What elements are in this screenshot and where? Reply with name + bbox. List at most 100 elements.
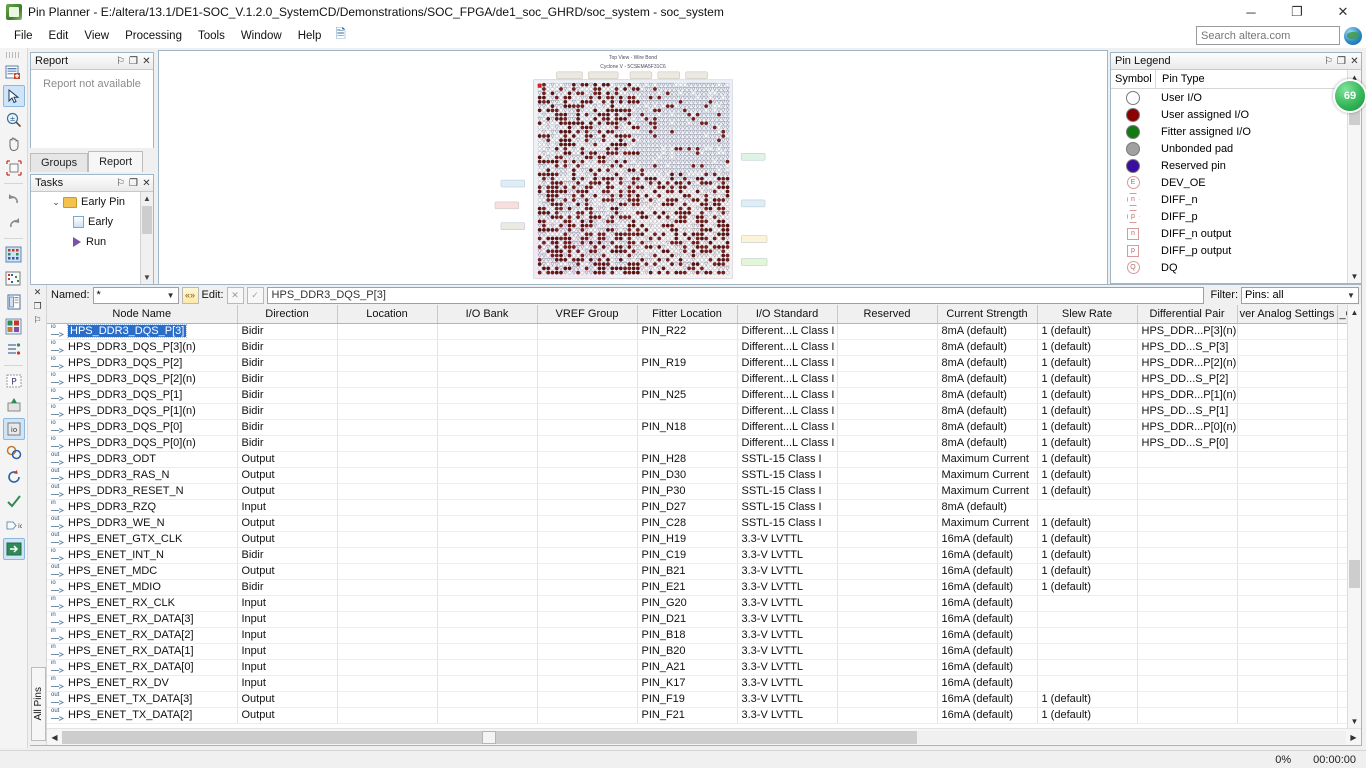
chevron-down-icon[interactable]: ▼	[164, 291, 178, 300]
pin-filter-select[interactable]: Pins: all ▼	[1241, 286, 1359, 304]
table-row[interactable]: out HPS_ENET_TX_DATA[2] Output PIN_F21 3.3-V…	[47, 707, 1347, 724]
col-gxb-vcc[interactable]: _GXB/VCC	[1337, 305, 1347, 324]
close-icon[interactable]: ✕	[30, 285, 45, 299]
table-row[interactable]: in HPS_ENET_RX_DV Input PIN_K17 3.3-V LVTTL 1…	[47, 675, 1347, 692]
table-row[interactable]: in HPS_ENET_RX_DATA[1] Input PIN_B20 3.3-V L…	[47, 643, 1347, 660]
scroll-up-icon[interactable]: ▲	[141, 192, 153, 205]
zoom-icon[interactable]: ±	[3, 109, 25, 131]
accept-edit-icon[interactable]: ✓	[246, 286, 264, 304]
table-row[interactable]: io HPS_ENET_INT_N Bidir PIN_C19 3.3-V LVTTL 1…	[47, 547, 1347, 564]
tree-item-early-pin[interactable]: ⌄ Early Pin	[31, 192, 153, 212]
report-view-icon[interactable]	[3, 291, 25, 313]
validate-icon[interactable]	[3, 490, 25, 512]
col-current-strength[interactable]: Current Strength	[937, 305, 1038, 324]
table-row[interactable]: in HPS_ENET_RX_DATA[3] Input PIN_D21 3.3-V L…	[47, 611, 1347, 628]
scroll-thumb[interactable]	[482, 730, 496, 744]
chevron-down-icon[interactable]: ▼	[1344, 291, 1358, 300]
refresh-icon[interactable]	[3, 466, 25, 488]
scroll-up-icon[interactable]: ▲	[1348, 305, 1361, 319]
search-input[interactable]	[1196, 26, 1340, 45]
menu-file[interactable]: File	[6, 27, 41, 45]
table-row[interactable]: out HPS_ENET_MDC Output PIN_B21 3.3-V LVTTL 1…	[47, 563, 1347, 580]
globe-icon[interactable]	[1344, 26, 1362, 45]
table-row[interactable]: out HPS_DDR3_WE_N Output PIN_C28 SSTL-15 Cla…	[47, 515, 1347, 532]
scroll-thumb[interactable]	[1349, 560, 1360, 588]
col-node-name[interactable]: Node Name	[47, 305, 238, 324]
minimize-button[interactable]: ─	[1228, 0, 1274, 24]
scroll-track[interactable]	[62, 730, 1346, 744]
tree-item-run[interactable]: Run	[31, 232, 153, 252]
resource-view-icon[interactable]	[3, 315, 25, 337]
table-row[interactable]: in HPS_ENET_RX_DATA[2] Input PIN_B18 3.3-V L…	[47, 627, 1347, 644]
menu-help[interactable]: Help	[290, 27, 330, 45]
col-differential-pair[interactable]: Differential Pair	[1137, 305, 1238, 324]
pad-view-icon[interactable]	[3, 267, 25, 289]
scroll-left-icon[interactable]: ◀	[47, 733, 62, 742]
menu-tools[interactable]: Tools	[190, 27, 233, 45]
close-icon[interactable]: ✕	[1348, 54, 1361, 68]
find-icon[interactable]	[3, 442, 25, 464]
table-row[interactable]: io HPS_DDR3_DQS_P[0] Bidir PIN_N18 Different…	[47, 419, 1347, 436]
col-vref-group[interactable]: VREF Group	[537, 305, 638, 324]
table-row[interactable]: out HPS_DDR3_ODT Output PIN_H28 SSTL-15 Clas…	[47, 451, 1347, 468]
col-location[interactable]: Location	[337, 305, 438, 324]
close-icon[interactable]: ✕	[140, 54, 153, 68]
pin-legend-icon[interactable]: P	[3, 370, 25, 392]
tasks-vertical-scrollbar[interactable]: ▲ ▼	[140, 192, 153, 284]
table-row[interactable]: io HPS_ENET_MDIO Bidir PIN_E21 3.3-V LVTTL 16…	[47, 579, 1347, 596]
table-row[interactable]: io HPS_DDR3_DQS_P[3](n) Bidir Different...L…	[47, 339, 1347, 356]
tree-item-early[interactable]: Early	[31, 212, 153, 232]
table-row[interactable]: io HPS_DDR3_DQS_P[1](n) Bidir Different...L…	[47, 403, 1347, 420]
tab-report[interactable]: Report	[88, 151, 144, 172]
scroll-down-icon[interactable]: ▼	[1348, 269, 1361, 283]
table-row[interactable]: io HPS_DDR3_DQS_P[0](n) Bidir Different...L…	[47, 435, 1347, 452]
table-row[interactable]: out HPS_ENET_TX_DATA[3] Output PIN_F19 3.3-V…	[47, 691, 1347, 708]
io-assignment-icon[interactable]: io	[3, 514, 25, 536]
float-icon[interactable]: ❐	[127, 54, 140, 68]
redo-icon[interactable]	[3, 212, 25, 234]
toolbar-grip[interactable]	[6, 52, 21, 58]
table-row[interactable]: in HPS_DDR3_RZQ Input PIN_D27 SSTL-15 Class …	[47, 499, 1347, 516]
highlight-icon[interactable]	[3, 394, 25, 416]
col-direction[interactable]: Direction	[237, 305, 338, 324]
table-row[interactable]: in HPS_ENET_RX_CLK Input PIN_G20 3.3-V LVTTL…	[47, 595, 1347, 612]
table-row[interactable]: out HPS_ENET_GTX_CLK Output PIN_H19 3.3-V LV…	[47, 531, 1347, 548]
close-icon[interactable]: ✕	[140, 176, 153, 190]
chevron-down-icon[interactable]: ⌄	[49, 197, 63, 208]
tasks-view-icon[interactable]	[3, 339, 25, 361]
close-button[interactable]: ✕	[1320, 0, 1366, 24]
menu-edit[interactable]: Edit	[41, 27, 77, 45]
table-row[interactable]: io HPS_DDR3_DQS_P[2] Bidir PIN_R19 Different…	[47, 355, 1347, 372]
table-row[interactable]: io HPS_DDR3_DQS_P[1] Bidir PIN_N25 Different…	[47, 387, 1347, 404]
float-icon[interactable]: ❐	[1335, 54, 1348, 68]
zoom-fit-icon[interactable]	[3, 157, 25, 179]
col-slew-rate[interactable]: Slew Rate	[1037, 305, 1138, 324]
table-row[interactable]: out HPS_DDR3_RAS_N Output PIN_D30 SSTL-15 Cl…	[47, 467, 1347, 484]
col-analog-settings[interactable]: ver Analog Settings	[1237, 305, 1338, 324]
pan-hand-icon[interactable]	[3, 133, 25, 155]
pin-icon[interactable]: ⚐	[30, 313, 45, 327]
menu-view[interactable]: View	[76, 27, 117, 45]
status-badge[interactable]: 69	[1333, 79, 1366, 113]
table-row[interactable]: io HPS_DDR3_DQS_P[2](n) Bidir Different...L…	[47, 371, 1347, 388]
pin-icon[interactable]: ⚐	[114, 176, 127, 190]
notes-icon[interactable]: 🗎	[335, 25, 345, 47]
new-pin-report-icon[interactable]	[3, 61, 25, 83]
export-icon[interactable]	[2, 538, 25, 560]
pin-table-vertical-scrollbar[interactable]: ▲ ▼	[1347, 305, 1361, 728]
col-io-standard[interactable]: I/O Standard	[737, 305, 838, 324]
table-row[interactable]: in HPS_ENET_RX_DATA[0] Input PIN_A21 3.3-V L…	[47, 659, 1347, 676]
float-icon[interactable]: ❐	[30, 299, 45, 313]
col-fitter-location[interactable]: Fitter Location	[637, 305, 738, 324]
undo-icon[interactable]	[3, 188, 25, 210]
scroll-down-icon[interactable]: ▼	[141, 271, 153, 284]
named-filter-select[interactable]: * ▼	[92, 286, 179, 304]
all-pins-vertical-tab[interactable]: All Pins	[31, 667, 46, 741]
menu-processing[interactable]: Processing	[117, 27, 190, 45]
pin-icon[interactable]: ⚐	[1322, 54, 1335, 68]
float-icon[interactable]: ❐	[127, 176, 140, 190]
tab-groups[interactable]: Groups	[30, 153, 89, 172]
col-reserved[interactable]: Reserved	[837, 305, 938, 324]
table-row[interactable]: out HPS_DDR3_RESET_N Output PIN_P30 SSTL-15 …	[47, 483, 1347, 500]
expand-collapse-icon[interactable]: «»	[181, 286, 199, 304]
